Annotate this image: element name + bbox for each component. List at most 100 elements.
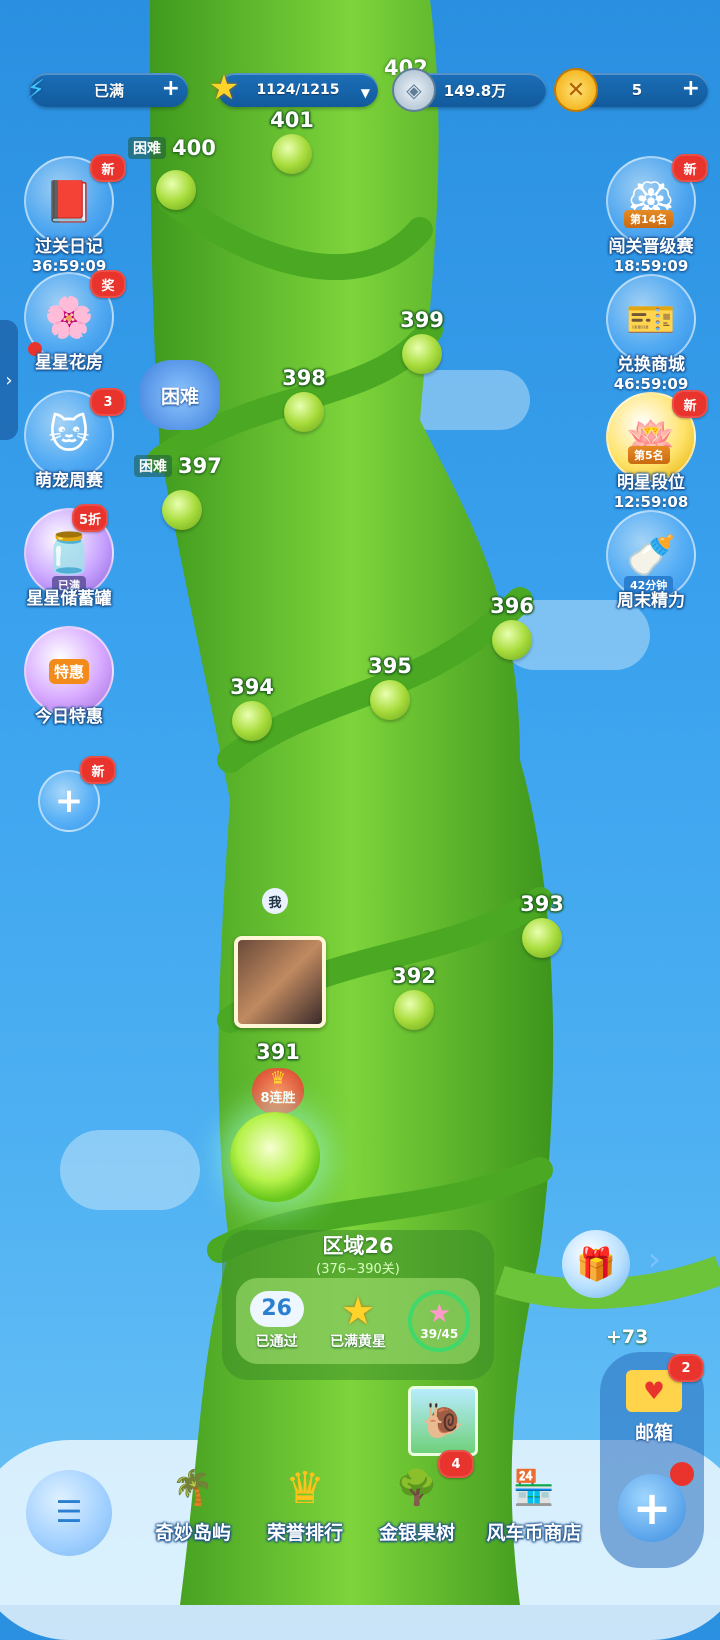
star-piggybank-label: 星星储蓄罐 [26,589,112,609]
stars-full-label: 已满黄星 [329,1334,386,1350]
lightning-icon: ⚡ [26,75,46,105]
star-rank-button[interactable]: 🪷 新 第5名 明星段位 12:59:08 [596,390,708,511]
region-stars: ★ 已满黄星 [322,1291,394,1351]
nav-label: 金银果树 [378,1522,455,1544]
palm-island-icon: 🌴 [171,1468,215,1508]
level-node-396[interactable]: 396 [472,594,552,660]
add-shortcut-button[interactable]: + 新 [14,756,124,832]
level-number: 391 [256,1040,300,1064]
cloud-icon: 26 [249,1291,304,1327]
nav-honor-ranking[interactable]: ♛ 荣誉排行 [250,1460,360,1545]
nav-label: 荣誉排行 [266,1522,343,1544]
reward-badge: 奖 [90,270,126,298]
passed-count: 26 [261,1296,292,1321]
shop-stall-icon: 🏪 [512,1468,556,1508]
discount-badge: 5折 [72,504,108,532]
star-icon: ★ [208,68,240,108]
nav-label: 风车币商店 [486,1522,582,1544]
energy-value: 已满 [93,81,124,100]
rainbow-star-icon: ★ 39/45 [408,1290,471,1352]
seed-pod-icon [394,990,434,1030]
hard-flower-label: 困难 [160,385,199,408]
list-icon: ☰ [55,1495,83,1530]
region-stats: 26 已通过 ★ 已满黄星 ★ 39/45 [236,1278,480,1364]
level-node-392[interactable]: 392 [374,964,454,1030]
level-node-395[interactable]: 395 [350,654,430,720]
snail-icon: 🐌 [421,1401,465,1441]
star-greenhouse-button[interactable]: 🌸 奖 星星花房 [14,270,126,373]
notification-dot [670,1462,694,1486]
level-promotion-label: 闯关晋级赛 [608,237,694,257]
player-avatar[interactable] [234,936,326,1028]
level-number: 395 [368,654,412,678]
level-node-399[interactable]: 399 [382,308,462,374]
crown-icon: ♛ [269,1068,287,1089]
level-promotion-button[interactable]: 🏵 新 第14名 闯关晋级赛 18:59:09 [596,154,708,275]
mail-plus-value: +73 [606,1326,649,1348]
seed-pod-icon [370,680,410,720]
mail-label: 邮箱 [634,1422,673,1444]
level-node-398[interactable]: 398 [264,366,344,432]
seed-pod-icon [492,620,532,660]
daily-deal-label: 今日特惠 [35,707,103,727]
star-piggybank-button[interactable]: 🫙 5折 已满 星星储蓄罐 [14,504,124,609]
clear-diary-label: 过关日记 [35,237,103,257]
glowing-pod-icon [230,1112,320,1202]
chevron-down-icon: ▼ [360,86,370,100]
me-marker: 我 [262,888,288,914]
count-badge: 4 [438,1450,474,1478]
clear-diary-button[interactable]: 📕 新 过关日记 36:59:09 [14,154,126,275]
rank-chip: 第5名 [628,446,670,464]
gold-coin-icon: ✕ [554,68,598,112]
daily-deal-button[interactable]: 特惠 今日特惠 [14,626,124,727]
nav-money-tree[interactable]: 🌳 4 金银果树 [362,1450,474,1545]
seed-pod-icon [402,334,442,374]
passed-label: 已通过 [255,1334,298,1350]
snail-card[interactable]: 🐌 [408,1386,478,1456]
seed-pod-icon [232,701,272,741]
plus-icon: + [632,1481,672,1535]
region-range: (376~390关) [316,1262,400,1277]
pet-weekly-button[interactable]: 🐱 3 萌宠周赛 [14,388,126,491]
level-number: 401 [270,108,314,132]
me-label: 我 [268,895,282,911]
stars-value: 1124/1215 [256,82,340,98]
level-number: 392 [392,964,436,988]
seed-pod-icon [284,392,324,432]
level-node-397[interactable] [142,470,222,530]
seed-pod-icon [522,918,562,958]
gold-star-icon: ★ [340,1289,376,1333]
add-gold-icon[interactable]: + [682,78,700,100]
nav-wonder-island[interactable]: 🌴 奇妙岛屿 [138,1460,248,1545]
nav-windmill-shop[interactable]: 🏪 风车币商店 [474,1460,594,1545]
chevron-right-icon: › [5,369,13,391]
seed-pod-icon [162,490,202,530]
current-level-node-391[interactable]: 391 [238,1040,318,1064]
chevron-right-icon[interactable]: › [648,1240,661,1278]
hard-flower-marker: 困难 [140,360,220,430]
weekend-energy-button[interactable]: 🍼 42分钟 周末精力 [596,510,706,611]
exchange-shop-button[interactable]: 🎫 兑换商城 46:59:09 [596,274,706,393]
new-badge: 新 [672,154,708,182]
weekend-energy-label: 周末精力 [617,591,685,611]
gift-icon: 🎁 [576,1245,616,1283]
gift-bubble[interactable]: 🎁 [562,1230,630,1298]
level-node-401[interactable]: 401 [252,108,332,174]
menu-list-button[interactable]: ☰ [26,1470,112,1556]
star-greenhouse-label: 星星花房 [35,353,103,373]
silver-coin-icon: ◈ [392,68,436,112]
rainbow-star-glyph: ★ [427,1299,451,1329]
region-panel[interactable]: 区域26 (376~390关) 26 已通过 ★ 已满黄星 ★ 39/45 [222,1230,494,1380]
level-number: 398 [282,366,326,390]
add-energy-icon[interactable]: + [162,78,180,100]
count-badge: 3 [90,388,126,416]
level-number: 394 [230,675,274,699]
new-badge: 新 [90,154,126,182]
level-node-393[interactable]: 393 [502,892,582,958]
level-number: 393 [520,892,564,916]
level-number: 399 [400,308,444,332]
level-node-400[interactable] [136,150,216,210]
level-number: 396 [490,594,534,618]
level-node-394[interactable]: 394 [212,675,292,741]
rank-chip: 第14名 [624,210,674,228]
